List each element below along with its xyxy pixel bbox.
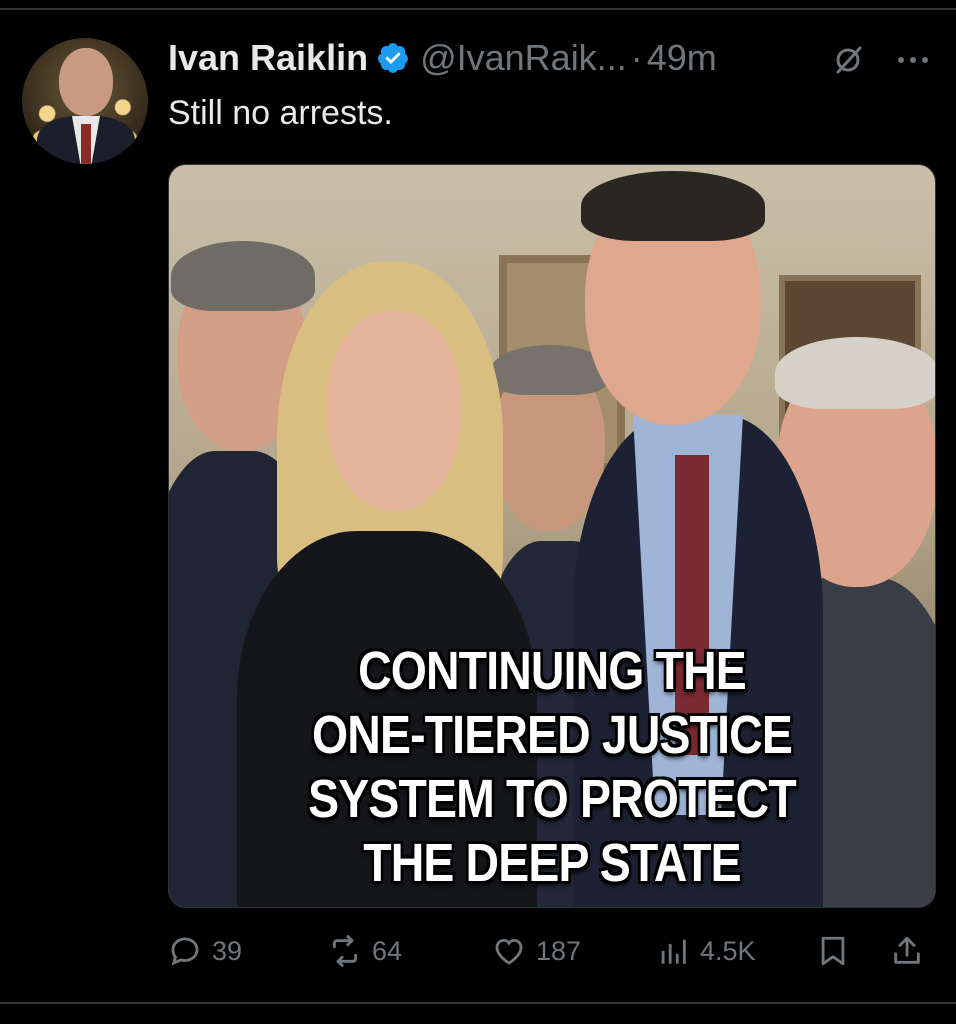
reply-count: 39	[212, 935, 243, 966]
views-button[interactable]: 4.5K	[656, 930, 756, 972]
avatar-head	[59, 48, 113, 116]
avatar-tie	[81, 124, 91, 164]
verified-badge-icon	[376, 41, 410, 75]
post-time[interactable]: 49m	[647, 37, 717, 79]
like-icon	[495, 938, 523, 965]
caption-line: SYSTEM TO PROTECT	[308, 769, 797, 829]
bottom-divider	[0, 1002, 956, 1004]
repost-button[interactable]: 64	[328, 930, 402, 972]
share-button[interactable]	[890, 930, 934, 972]
views-icon	[661, 939, 686, 964]
caption-line: THE DEEP STATE	[363, 833, 741, 893]
repost-count: 64	[372, 935, 403, 966]
more-icon[interactable]	[893, 50, 933, 70]
like-button[interactable]: 187	[492, 930, 581, 972]
repost-icon	[332, 935, 358, 967]
top-divider	[0, 8, 956, 10]
person-2-face	[327, 311, 461, 511]
action-bar: 39 64 187 4.5K	[168, 930, 934, 972]
like-count: 187	[536, 935, 582, 966]
caption-line: ONE-TIERED JUSTICE	[312, 705, 793, 765]
author-name[interactable]: Ivan Raiklin	[168, 37, 368, 79]
grok-icon[interactable]	[832, 44, 864, 76]
person-4-hair	[581, 171, 765, 241]
image-caption: CONTINUING THE ONE-TIERED JUSTICE SYSTEM…	[223, 639, 882, 895]
author-handle[interactable]: @IvanRaik...	[420, 37, 627, 79]
reply-button[interactable]: 39	[168, 930, 242, 972]
views-count: 4.5K	[700, 935, 756, 966]
tweet-text: Still no arrests.	[168, 94, 393, 132]
bookmark-icon	[821, 936, 845, 966]
caption-line: CONTINUING THE	[358, 641, 747, 701]
bookmark-button[interactable]	[816, 930, 860, 972]
tweet-image[interactable]: CONTINUING THE ONE-TIERED JUSTICE SYSTEM…	[168, 164, 936, 908]
person-5-hair	[775, 337, 935, 409]
share-icon	[894, 936, 920, 964]
tweet-header: Ivan Raiklin @IvanRaik... · 49m	[168, 36, 717, 80]
avatar[interactable]	[22, 38, 148, 164]
separator-dot: ·	[630, 37, 643, 78]
reply-icon	[171, 937, 199, 966]
